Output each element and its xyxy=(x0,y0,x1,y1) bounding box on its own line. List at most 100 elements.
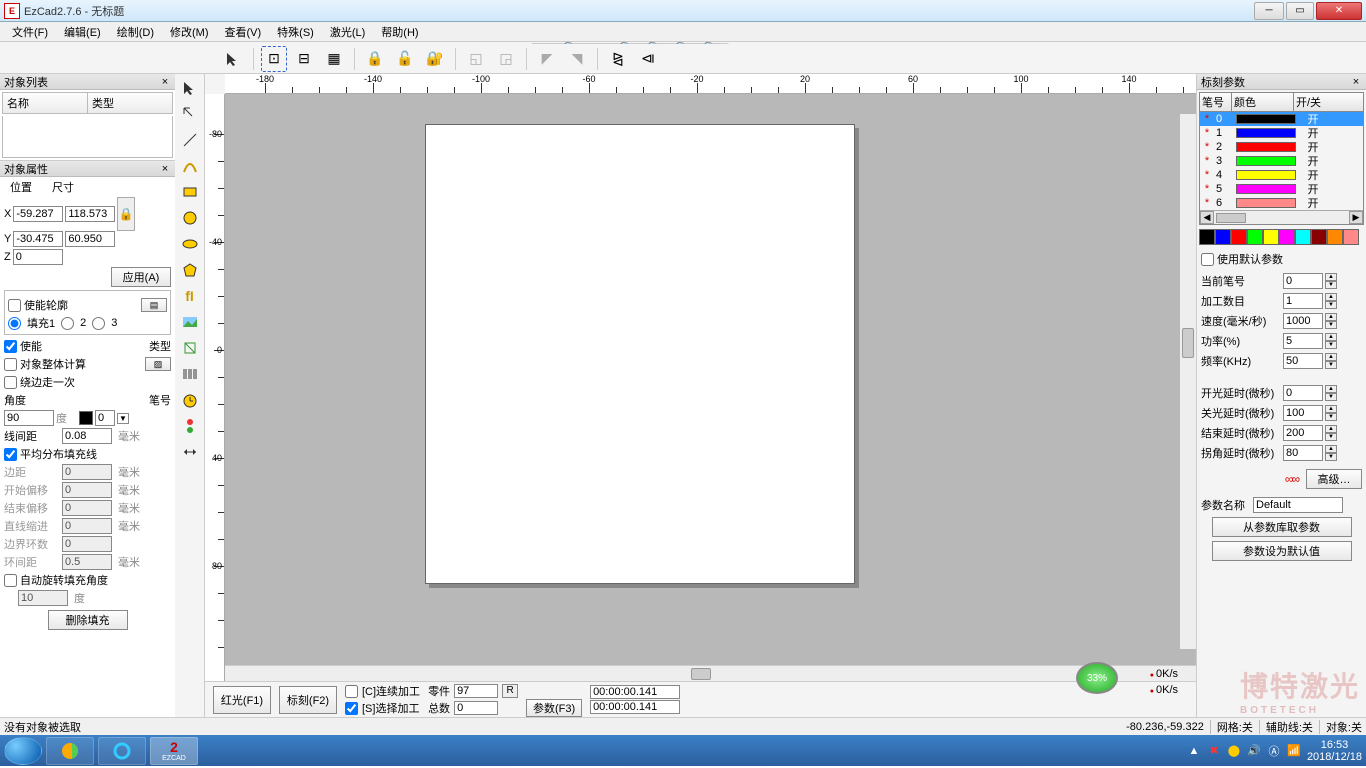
menu-view[interactable]: 查看(V) xyxy=(217,22,270,42)
pen-row[interactable]: *3开 xyxy=(1200,154,1363,168)
mark-button[interactable]: 标刻(F2) xyxy=(279,686,337,714)
timer-tool-icon[interactable] xyxy=(178,388,202,412)
workspace[interactable] xyxy=(425,124,855,584)
color-swatch[interactable] xyxy=(1215,229,1231,245)
fill3-radio[interactable] xyxy=(92,317,105,330)
load-param-button[interactable]: 从参数库取参数 xyxy=(1212,517,1352,537)
color-swatch[interactable] xyxy=(1247,229,1263,245)
z-input[interactable] xyxy=(13,249,63,265)
cur-pen-input[interactable] xyxy=(1283,273,1323,289)
menu-special[interactable]: 特殊(S) xyxy=(269,22,322,42)
color-swatch[interactable] xyxy=(1311,229,1327,245)
pen-color-swatch[interactable] xyxy=(79,411,93,425)
advanced-button[interactable]: 高级… xyxy=(1306,469,1362,489)
circle-tool-icon[interactable] xyxy=(178,206,202,230)
avg-fill-check[interactable] xyxy=(4,448,17,461)
use-default-check[interactable] xyxy=(1201,253,1214,266)
continuous-check[interactable] xyxy=(345,685,358,698)
menu-help[interactable]: 帮助(H) xyxy=(373,22,426,42)
total-input[interactable] xyxy=(454,701,498,715)
w-input[interactable] xyxy=(65,206,115,222)
rect-tool-icon[interactable] xyxy=(178,180,202,204)
pen-row[interactable]: *4开 xyxy=(1200,168,1363,182)
polygon-tool-icon[interactable] xyxy=(178,258,202,282)
off-delay-input[interactable] xyxy=(1283,405,1323,421)
power-input[interactable] xyxy=(1283,333,1323,349)
task-app1[interactable] xyxy=(46,737,94,765)
scrollbar-vertical[interactable] xyxy=(1180,114,1196,649)
canvas[interactable] xyxy=(225,94,1196,665)
flag2-icon[interactable]: ◥ xyxy=(564,46,590,72)
image-tool-icon[interactable] xyxy=(178,310,202,334)
enable-check[interactable] xyxy=(4,340,17,353)
delete-fill-button[interactable]: 删除填充 xyxy=(48,610,128,630)
color-swatch[interactable] xyxy=(1295,229,1311,245)
select-check[interactable] xyxy=(345,702,358,715)
object-list-body[interactable] xyxy=(2,116,173,158)
angle-input[interactable] xyxy=(4,410,54,426)
tray-vol-icon[interactable]: 🔊 xyxy=(1247,744,1261,758)
speed-input[interactable] xyxy=(1283,313,1323,329)
text-tool-icon[interactable]: fI xyxy=(178,284,202,308)
layer-up-icon[interactable]: ◱ xyxy=(463,46,489,72)
line-space-input[interactable] xyxy=(62,428,112,444)
barcode-tool-icon[interactable] xyxy=(178,362,202,386)
ungroup-icon[interactable]: ⊟ xyxy=(291,46,317,72)
parts-input[interactable] xyxy=(454,684,498,698)
color-swatch[interactable] xyxy=(1199,229,1215,245)
count-input[interactable] xyxy=(1283,293,1323,309)
fill-type-button[interactable]: ▨ xyxy=(145,357,171,371)
selall-icon[interactable]: ▦ xyxy=(321,46,347,72)
color-swatch[interactable] xyxy=(1343,229,1359,245)
pen-row[interactable]: *5开 xyxy=(1200,182,1363,196)
objlist-col-name[interactable]: 名称 xyxy=(3,93,88,113)
vector-tool-icon[interactable] xyxy=(178,336,202,360)
task-ezcad[interactable]: 2EZCAD xyxy=(150,737,198,765)
lock2-icon[interactable]: 🔐 xyxy=(422,46,448,72)
auto-rotate-check[interactable] xyxy=(4,574,17,587)
set-default-button[interactable]: 参数设为默认值 xyxy=(1212,541,1352,561)
extend-tool-icon[interactable] xyxy=(178,440,202,464)
mirror-h-icon[interactable]: ⧎ xyxy=(605,46,631,72)
task-ie[interactable] xyxy=(98,737,146,765)
freq-input[interactable] xyxy=(1283,353,1323,369)
y-input[interactable] xyxy=(13,231,63,247)
close-button[interactable]: ✕ xyxy=(1316,2,1362,20)
around-once-check[interactable] xyxy=(4,376,17,389)
param-name-input[interactable] xyxy=(1253,497,1343,513)
select-tool-icon[interactable] xyxy=(178,76,202,100)
dropdown-icon[interactable]: ▼ xyxy=(117,413,129,424)
fill1-radio[interactable] xyxy=(8,317,21,330)
pen-scrollbar[interactable]: ◀▶ xyxy=(1200,210,1363,224)
color-swatch[interactable] xyxy=(1231,229,1247,245)
enable-outline-check[interactable] xyxy=(8,299,21,312)
clock[interactable]: 16:532018/12/18 xyxy=(1307,739,1362,763)
param-button[interactable]: 参数(F3) xyxy=(526,699,582,717)
pen-input[interactable] xyxy=(95,410,115,426)
line-tool-icon[interactable] xyxy=(178,128,202,152)
end-delay-input[interactable] xyxy=(1283,425,1323,441)
reset-parts-button[interactable]: R xyxy=(502,684,518,698)
curve-tool-icon[interactable] xyxy=(178,154,202,178)
color-swatch[interactable] xyxy=(1327,229,1343,245)
mirror-v-icon[interactable]: ⧏ xyxy=(635,46,661,72)
scrollbar-horizontal[interactable] xyxy=(225,665,1196,681)
menu-laser[interactable]: 激光(L) xyxy=(322,22,373,42)
tray-net2-icon[interactable]: 📶 xyxy=(1287,744,1301,758)
tray-flag-icon[interactable]: ▲ xyxy=(1187,744,1201,758)
color-swatch[interactable] xyxy=(1263,229,1279,245)
maximize-button[interactable]: ▭ xyxy=(1286,2,1314,20)
object-whole-check[interactable] xyxy=(4,358,17,371)
flag1-icon[interactable]: ◤ xyxy=(534,46,560,72)
color-swatch[interactable] xyxy=(1279,229,1295,245)
pen-row[interactable]: *2开 xyxy=(1200,140,1363,154)
node-tool-icon[interactable] xyxy=(178,102,202,126)
pen-row[interactable]: *6开 xyxy=(1200,196,1363,210)
unlock-icon[interactable]: 🔓 xyxy=(392,46,418,72)
panel-close-icon[interactable]: × xyxy=(1350,76,1362,88)
io-tool-icon[interactable] xyxy=(178,414,202,438)
pick-icon[interactable] xyxy=(220,46,246,72)
tray-a-icon[interactable]: Ⓐ xyxy=(1267,744,1281,758)
menu-modify[interactable]: 修改(M) xyxy=(162,22,217,42)
tray-net-icon[interactable]: ⬤ xyxy=(1227,744,1241,758)
